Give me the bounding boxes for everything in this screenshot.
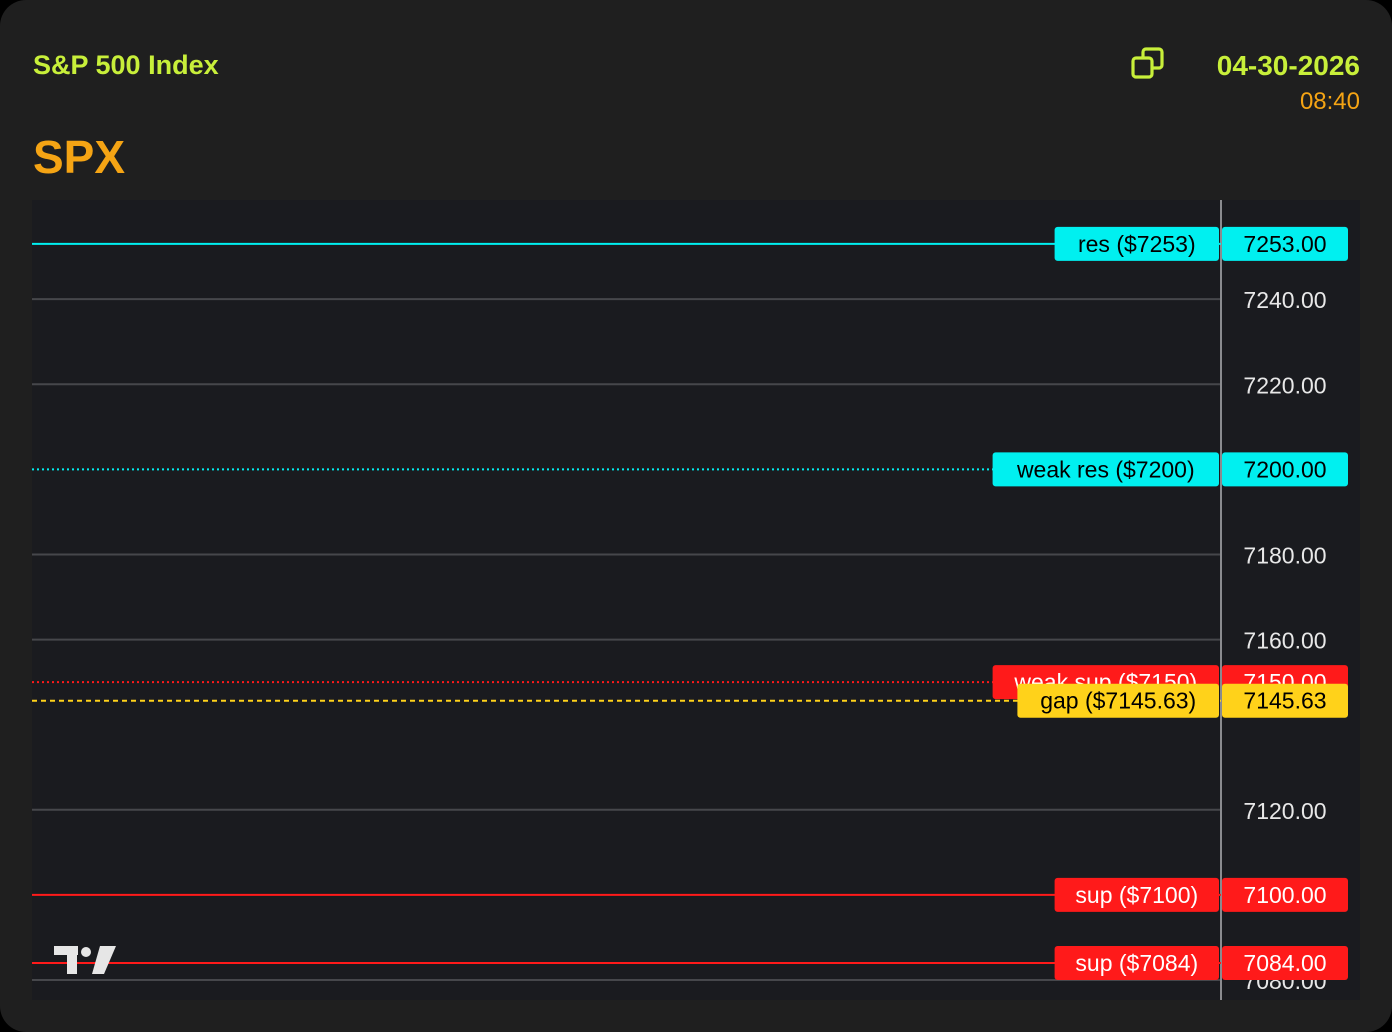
price-tag-label: 7100.00 [1243, 882, 1326, 908]
price-tag-label: 7084.00 [1243, 950, 1326, 976]
price-tag-label: 7200.00 [1243, 456, 1326, 482]
tradingview-logo [54, 946, 116, 974]
level-label: sup ($7100) [1075, 882, 1198, 908]
ticker-symbol: SPX [33, 131, 126, 183]
price-levels-chart: 7240.007220.007180.007160.007120.007080.… [32, 200, 1360, 1000]
y-tick-label: 7180.00 [1243, 542, 1326, 568]
level-label: gap ($7145.63) [1040, 688, 1196, 714]
y-tick-label: 7160.00 [1243, 628, 1326, 654]
level-label: sup ($7084) [1075, 950, 1198, 976]
y-tick-label: 7120.00 [1243, 798, 1326, 824]
level-label: weak res ($7200) [1016, 456, 1195, 482]
y-tick-label: 7220.00 [1243, 372, 1326, 398]
date-label: 04-30-2026 [1216, 50, 1360, 81]
widget-card: S&P 500 Index SPX 04-30-2026 08:40 7240.… [0, 0, 1392, 1032]
level-label: res ($7253) [1078, 231, 1196, 257]
y-tick-label: 7240.00 [1243, 287, 1326, 313]
price-tag-label: 7145.63 [1243, 688, 1326, 714]
index-title: S&P 500 Index [33, 50, 219, 80]
time-label: 08:40 [1299, 88, 1360, 115]
copy-icon[interactable] [1130, 46, 1166, 82]
price-tag-label: 7253.00 [1243, 231, 1326, 257]
